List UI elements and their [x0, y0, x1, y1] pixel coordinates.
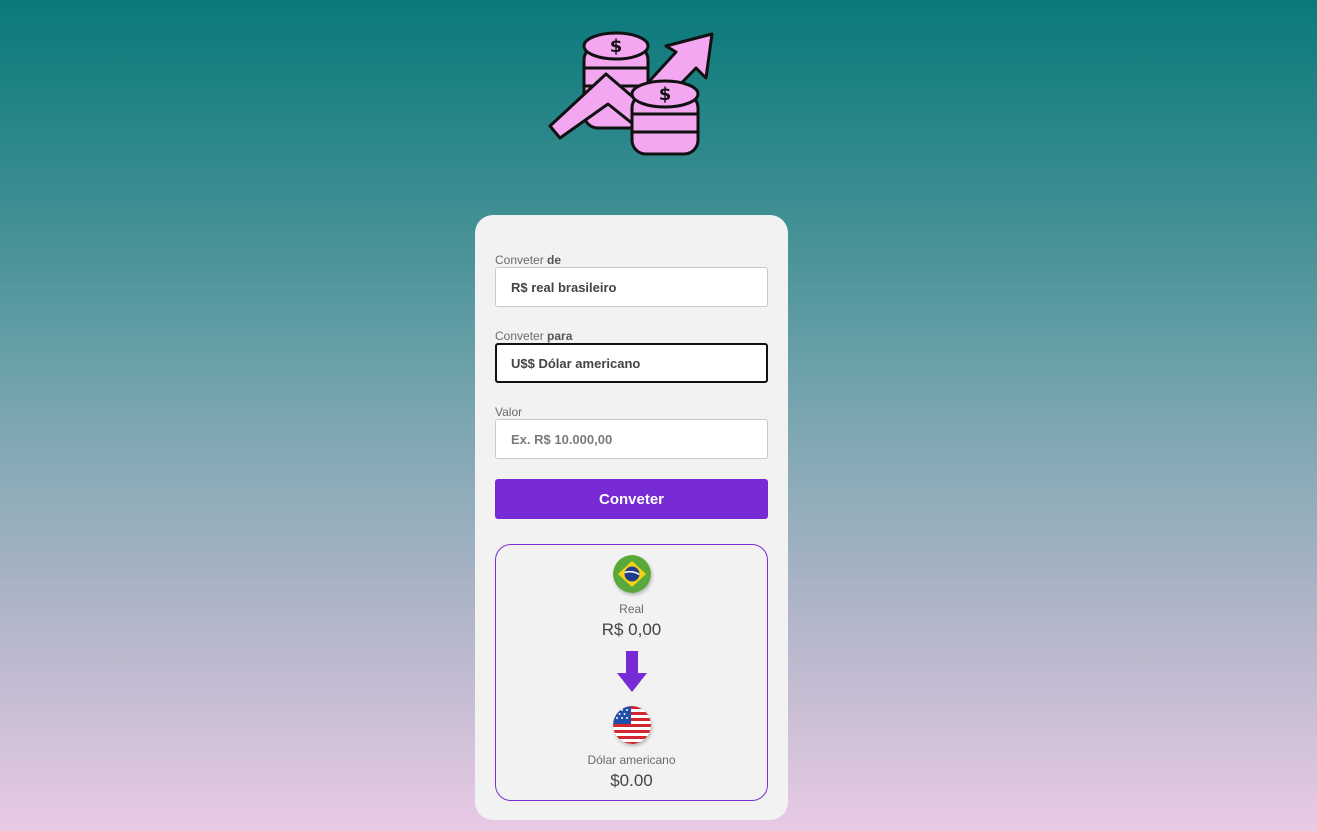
svg-text:$: $: [610, 36, 623, 57]
to-label: Conveter para: [495, 329, 572, 343]
from-label-text: Conveter: [495, 253, 544, 267]
to-label-text: Conveter: [495, 329, 544, 343]
value-input[interactable]: [495, 419, 768, 459]
to-currency-select[interactable]: U$$ Dólar americano: [495, 343, 768, 383]
converter-card: Conveter de R$ real brasileiro Conveter …: [475, 215, 788, 820]
usa-flag-icon: [613, 706, 651, 744]
from-currency-select[interactable]: R$ real brasileiro: [495, 267, 768, 307]
from-currency-value: R$ 0,00: [601, 620, 662, 639]
to-label-bold: para: [547, 329, 573, 343]
to-currency-value: $0.00: [610, 771, 653, 790]
from-label: Conveter de: [495, 253, 561, 267]
brazil-flag-icon: [613, 555, 651, 593]
convert-button[interactable]: Conveter: [495, 479, 768, 519]
from-label-bold: de: [547, 253, 562, 267]
arrow-down-icon: [617, 651, 647, 692]
to-currency-selected: U$$ Dólar americano: [511, 355, 641, 371]
from-currency-name: Real: [619, 602, 644, 616]
value-label: Valor: [495, 405, 523, 419]
to-currency-name: Dólar americano: [587, 753, 676, 767]
result-panel: Real R$ 0,00 Dólar americano $0.00: [495, 544, 768, 801]
coins-growth-logo: $ $: [548, 31, 714, 156]
from-currency-selected: R$ real brasileiro: [511, 279, 617, 295]
svg-text:$: $: [659, 84, 672, 105]
